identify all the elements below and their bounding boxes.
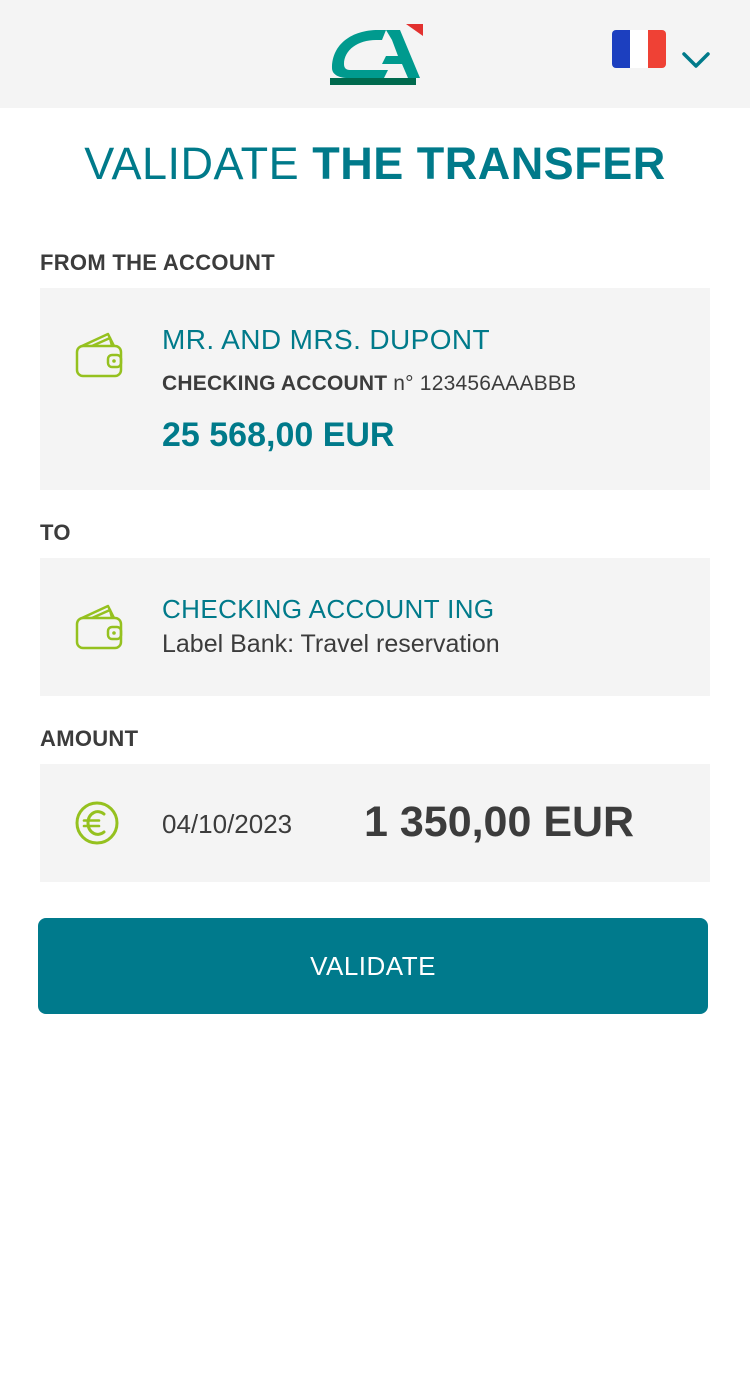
from-account-balance: 25 568,00 EUR [162, 416, 395, 454]
title-light: VALIDATE [84, 138, 300, 189]
from-section-label: FROM THE ACCOUNT [40, 250, 275, 275]
title-bold: THE TRANSFER [312, 138, 666, 189]
top-bar [0, 0, 750, 108]
chevron-down-icon[interactable] [680, 48, 712, 72]
amount-card[interactable]: 04/10/2023 1 350,00 EUR [40, 764, 710, 882]
to-account-name: CHECKING ACCOUNT ING [162, 594, 495, 624]
transfer-date: 04/10/2023 [162, 809, 293, 839]
amount-section-label: AMOUNT [40, 726, 139, 751]
to-account-card[interactable]: CHECKING ACCOUNT ING Label Bank: Travel … [40, 558, 710, 696]
from-account-details: CHECKING ACCOUNT n° 123456AAABBB [162, 372, 576, 396]
transfer-amount: 1 350,00 EUR [364, 798, 635, 846]
from-account-owner: MR. AND MRS. DUPONT [162, 324, 491, 355]
validate-button[interactable]: VALIDATE [38, 918, 708, 1014]
to-account-label: Label Bank: Travel reservation [162, 630, 500, 658]
from-account-number: n° 123456AAABBB [393, 372, 577, 395]
from-account-card[interactable]: MR. AND MRS. DUPONT CHECKING ACCOUNT n° … [40, 288, 710, 490]
wallet-icon [75, 332, 123, 378]
page-title: VALIDATE THE TRANSFER [0, 138, 750, 190]
wallet-icon [75, 604, 123, 650]
from-account-type: CHECKING ACCOUNT [162, 372, 388, 395]
euro-icon [75, 801, 119, 845]
ca-logo-icon[interactable] [328, 22, 424, 88]
to-section-label: TO [40, 520, 71, 545]
france-flag-icon[interactable] [612, 30, 666, 68]
